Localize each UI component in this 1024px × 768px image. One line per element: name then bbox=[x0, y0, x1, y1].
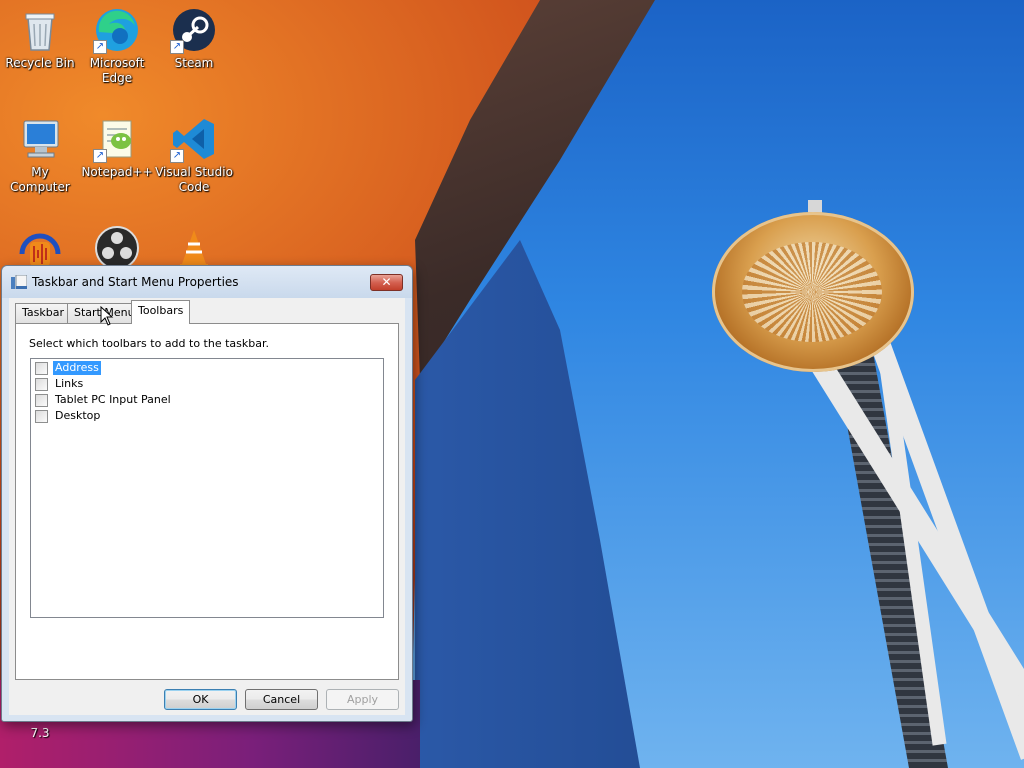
ok-button[interactable]: OK bbox=[164, 689, 237, 710]
list-item[interactable]: Tablet PC Input Panel bbox=[35, 392, 173, 408]
shortcut-arrow-icon: ↗ bbox=[170, 40, 184, 54]
checkbox-links[interactable] bbox=[35, 377, 48, 391]
space-needle-halo bbox=[712, 212, 914, 372]
checkbox-desktop[interactable] bbox=[35, 409, 48, 423]
desktop-icon-label: Microsoft Edge bbox=[89, 56, 145, 85]
desktop-icon-recycle-bin[interactable]: Recycle Bin bbox=[0, 0, 80, 71]
desktop-icon-vscode[interactable]: ↗ Visual Studio Code bbox=[154, 109, 234, 195]
desktop-icon-label: Steam bbox=[174, 56, 214, 70]
partial-desktop-label: 7.3 bbox=[30, 726, 50, 740]
toolbars-instruction: Select which toolbars to add to the task… bbox=[29, 337, 269, 350]
steam-icon: ↗ bbox=[170, 6, 218, 54]
taskbar-properties-icon bbox=[11, 275, 27, 289]
checkbox-address[interactable] bbox=[35, 361, 48, 375]
notepadpp-icon: ↗ bbox=[93, 115, 141, 163]
taskbar-properties-dialog: Taskbar and Start Menu Properties ✕ Task… bbox=[1, 265, 413, 722]
list-item-label: Links bbox=[55, 377, 84, 390]
list-item-label: Desktop bbox=[55, 409, 101, 422]
edge-icon: ↗ bbox=[93, 6, 141, 54]
recycle-bin-icon bbox=[16, 6, 64, 54]
list-item-label: Tablet PC Input Panel bbox=[55, 393, 171, 406]
close-button[interactable]: ✕ bbox=[370, 274, 403, 291]
desktop-icon-label: Recycle Bin bbox=[5, 56, 75, 70]
checkbox-tablet-pc-input-panel[interactable] bbox=[35, 393, 48, 407]
shortcut-arrow-icon: ↗ bbox=[170, 149, 184, 163]
dialog-client-area: Taskbar Start Menu Toolbars Select which… bbox=[9, 298, 405, 715]
list-item-label: Address bbox=[53, 361, 101, 375]
shortcut-arrow-icon: ↗ bbox=[93, 149, 107, 163]
computer-icon bbox=[16, 115, 64, 163]
tab-taskbar[interactable]: Taskbar bbox=[15, 303, 71, 323]
desktop-icon-label: Visual Studio Code bbox=[155, 165, 233, 194]
apply-button[interactable]: Apply bbox=[326, 689, 399, 710]
mouse-cursor-icon bbox=[100, 306, 114, 326]
shortcut-arrow-icon: ↗ bbox=[93, 40, 107, 54]
list-item[interactable]: Links bbox=[35, 376, 85, 392]
cancel-button[interactable]: Cancel bbox=[245, 689, 318, 710]
dialog-titlebar[interactable]: Taskbar and Start Menu Properties ✕ bbox=[2, 266, 412, 298]
dialog-title: Taskbar and Start Menu Properties bbox=[32, 275, 239, 289]
desktop-icon-label: My Computer bbox=[10, 165, 70, 194]
desktop-icon-my-computer[interactable]: My Computer bbox=[0, 109, 80, 195]
desktop-icon-label: Notepad++ bbox=[81, 165, 153, 179]
toolbars-tab-panel: Select which toolbars to add to the task… bbox=[15, 323, 399, 680]
list-item[interactable]: Desktop bbox=[35, 408, 102, 424]
desktop-icon-edge[interactable]: ↗ Microsoft Edge bbox=[77, 0, 157, 86]
tab-toolbars[interactable]: Toolbars bbox=[131, 300, 191, 324]
vscode-icon: ↗ bbox=[170, 115, 218, 163]
toolbars-list[interactable]: Address Links Tablet PC Input Panel Desk… bbox=[30, 358, 384, 618]
list-item[interactable]: Address bbox=[35, 360, 101, 376]
desktop-icon-notepadpp[interactable]: ↗ Notepad++ bbox=[77, 109, 157, 180]
desktop-icon-steam[interactable]: ↗ Steam bbox=[154, 0, 234, 71]
